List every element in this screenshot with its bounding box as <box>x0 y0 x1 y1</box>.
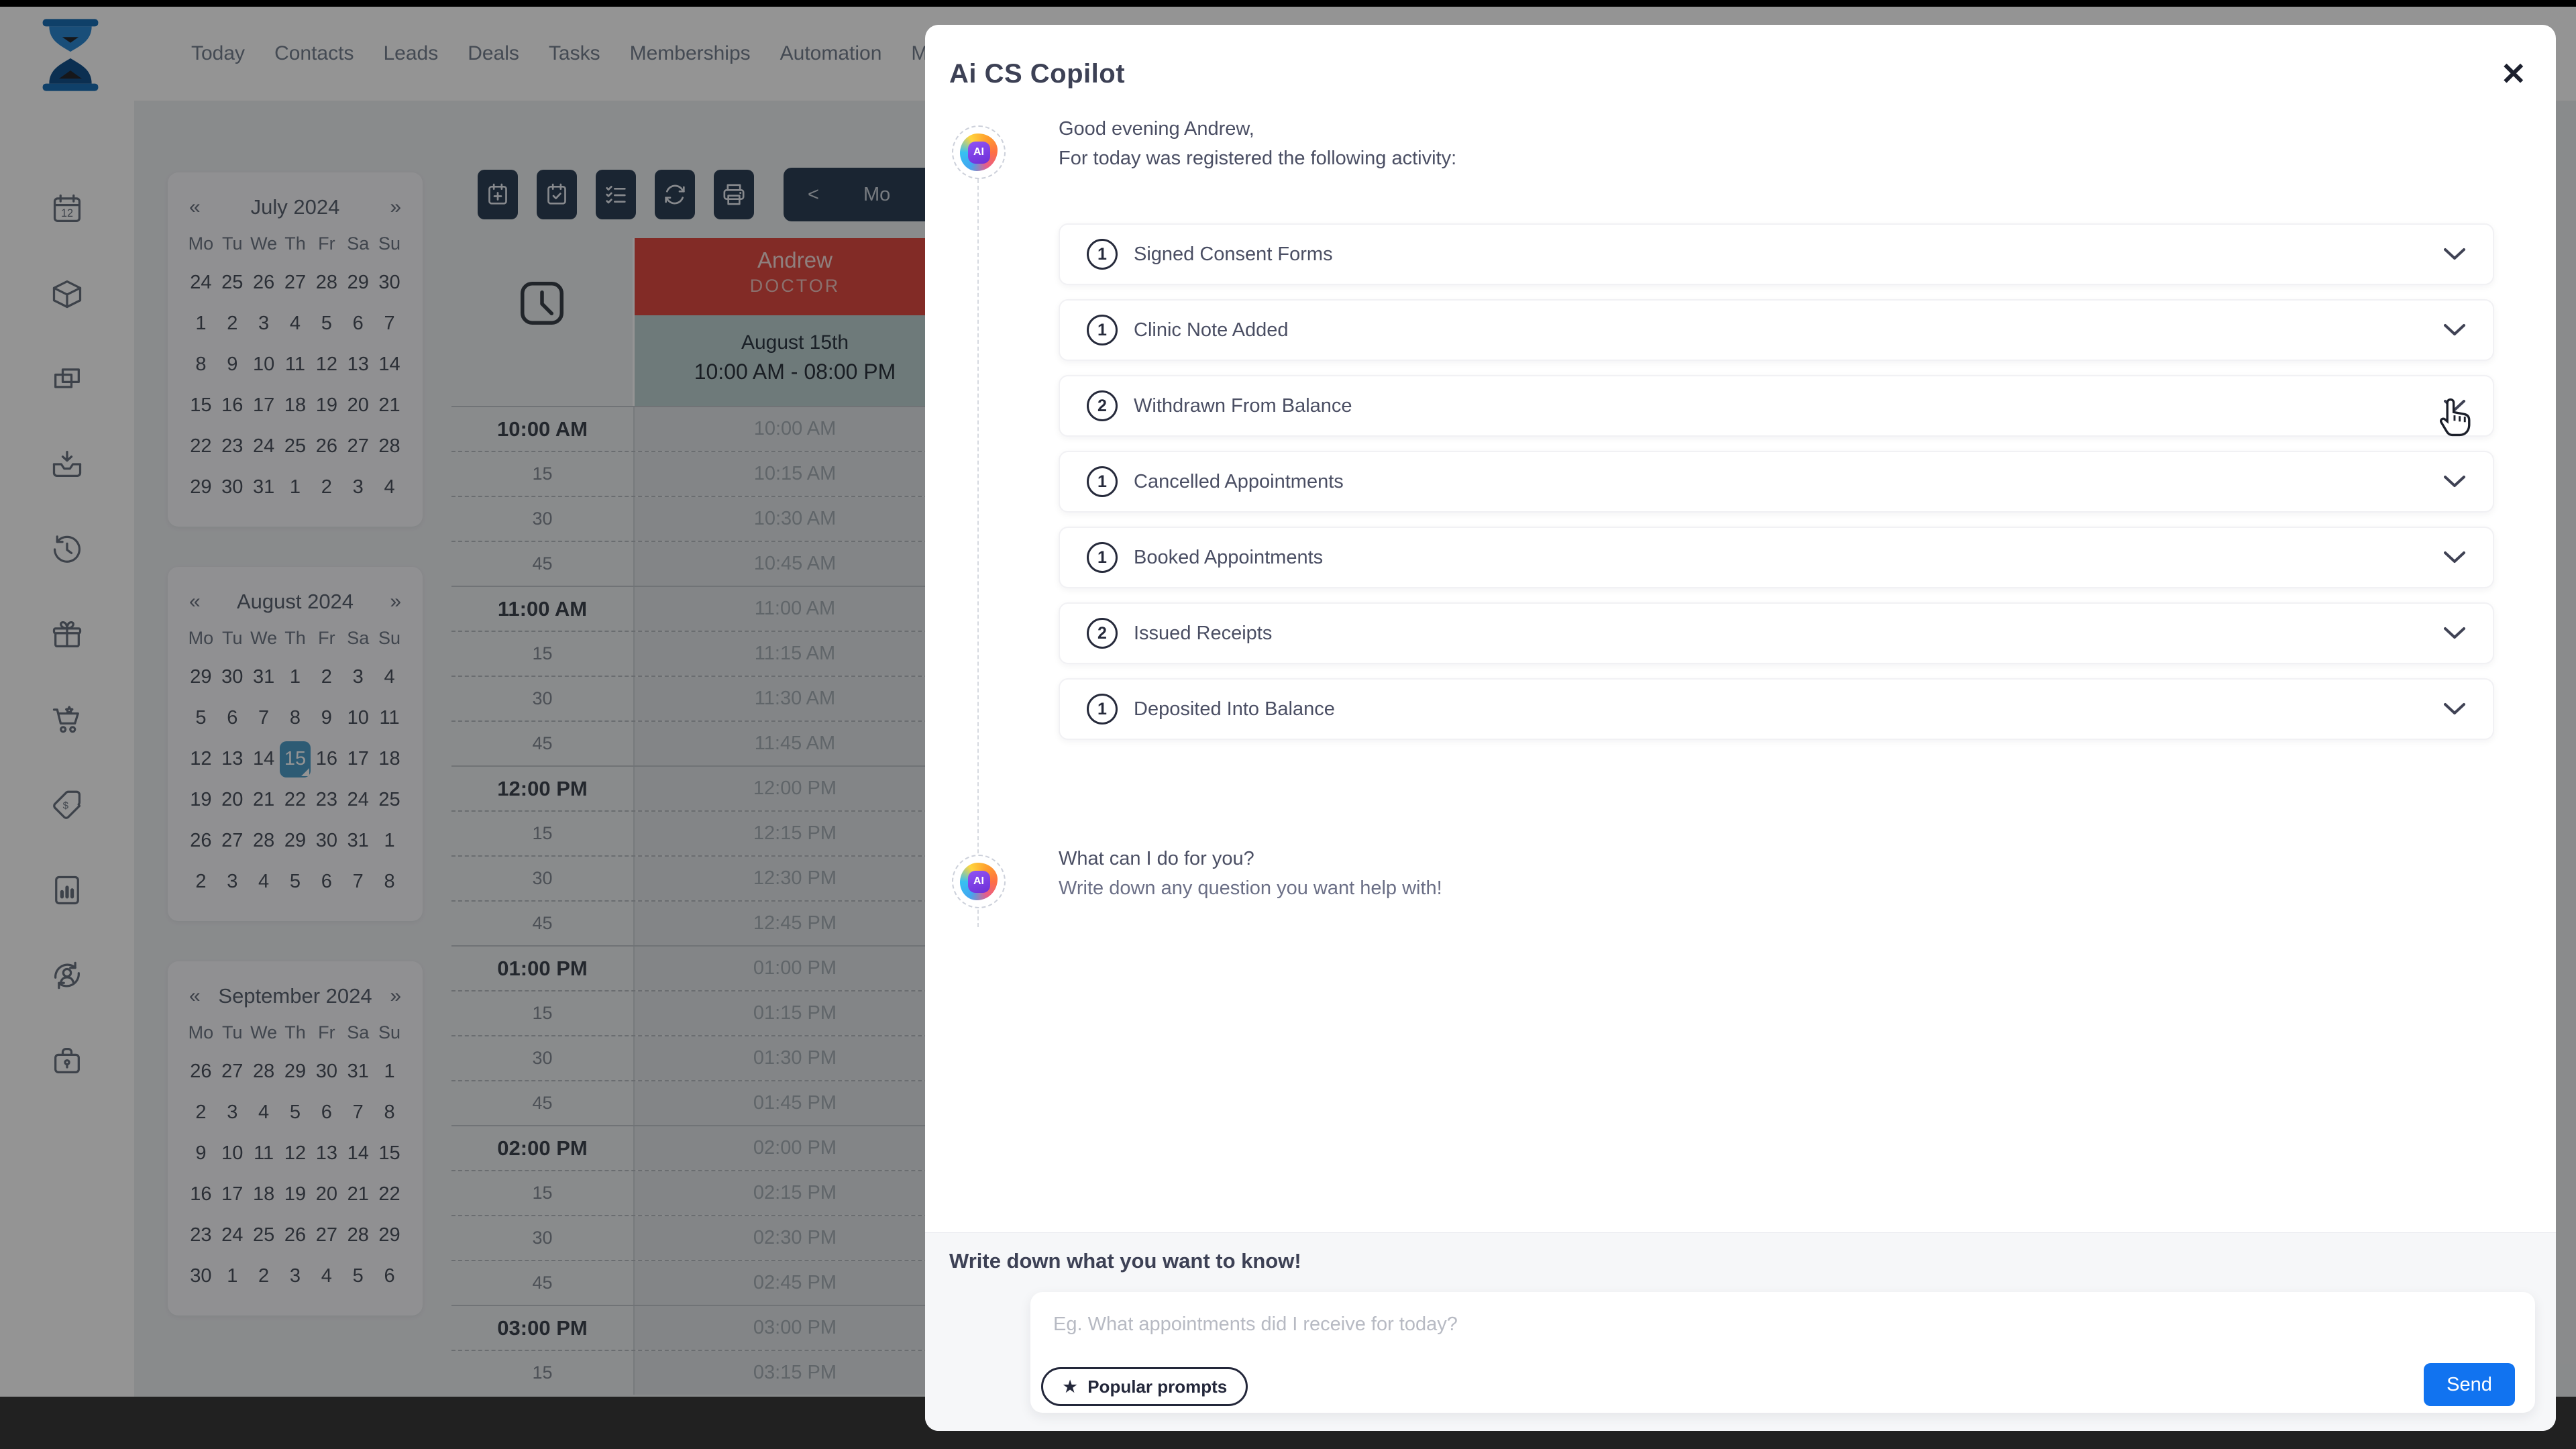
activity-count-badge: 1 <box>1087 694 1118 724</box>
activity-count-badge: 1 <box>1087 466 1118 497</box>
activity-label: Signed Consent Forms <box>1134 244 1333 266</box>
star-icon: ★ <box>1062 1377 1078 1397</box>
activity-accordion-signed-consent-forms[interactable]: 1 Signed Consent Forms <box>1059 223 2494 285</box>
ai-avatar-blob-icon: AI <box>960 133 998 171</box>
chevron-down-icon[interactable] <box>2443 702 2466 716</box>
activity-accordion-issued-receipts[interactable]: 2 Issued Receipts <box>1059 602 2494 664</box>
ai-avatar-label: AI <box>968 871 990 893</box>
send-button[interactable]: Send <box>2424 1363 2515 1406</box>
close-icon[interactable]: ✕ <box>2500 58 2526 89</box>
chevron-down-icon[interactable] <box>2443 551 2466 564</box>
activity-accordion-clinic-note-added[interactable]: 1 Clinic Note Added <box>1059 299 2494 361</box>
activity-label: Booked Appointments <box>1134 547 1323 569</box>
activity-label: Issued Receipts <box>1134 623 1272 645</box>
activity-count-badge: 1 <box>1087 315 1118 345</box>
activity-count-badge: 1 <box>1087 542 1118 573</box>
copilot-header: Ai CS Copilot ✕ <box>925 25 2556 105</box>
ai-avatar: AI <box>952 855 1006 908</box>
prompt-input-card: ★ Popular prompts Send <box>1030 1292 2535 1413</box>
help-message: What can I do for you? Write down any qu… <box>1059 844 1442 903</box>
help-line-2: Write down any question you want help wi… <box>1059 873 1442 903</box>
ai-copilot-panel: Ai CS Copilot ✕ AI Good evening Andrew, … <box>925 25 2556 1431</box>
activity-count-badge: 2 <box>1087 618 1118 649</box>
activity-count-badge: 2 <box>1087 390 1118 421</box>
chevron-down-icon[interactable] <box>2443 627 2466 640</box>
activity-label: Withdrawn From Balance <box>1134 395 1352 417</box>
greeting-line-1: Good evening Andrew, <box>1059 114 1456 144</box>
copilot-title: Ai CS Copilot <box>949 59 1125 89</box>
greeting-message: Good evening Andrew, For today was regis… <box>1059 114 1456 173</box>
ai-avatar: AI <box>952 125 1006 179</box>
activity-accordion-withdrawn-from-balance[interactable]: 2 Withdrawn From Balance <box>1059 375 2494 437</box>
activity-count-badge: 1 <box>1087 239 1118 270</box>
popular-prompts-button[interactable]: ★ Popular prompts <box>1041 1367 1248 1406</box>
ai-avatar-blob-icon: AI <box>960 863 998 900</box>
chevron-down-icon[interactable] <box>2443 323 2466 337</box>
help-line-1: What can I do for you? <box>1059 844 1442 873</box>
ai-avatar-label: AI <box>968 142 990 164</box>
activity-accordion-deposited-into-balance[interactable]: 1 Deposited Into Balance <box>1059 678 2494 740</box>
footer-heading: Write down what you want to know! <box>949 1249 1301 1273</box>
screen: TodayContactsLeadsDealsTasksMembershipsA… <box>0 0 2576 1449</box>
activity-label: Deposited Into Balance <box>1134 698 1335 720</box>
mouse-pointer-cursor <box>2433 390 2481 439</box>
chevron-down-icon[interactable] <box>2443 475 2466 488</box>
activity-accordion-cancelled-appointments[interactable]: 1 Cancelled Appointments <box>1059 451 2494 513</box>
greeting-line-2: For today was registered the following a… <box>1059 144 1456 173</box>
prompt-input[interactable] <box>1030 1292 2535 1359</box>
activity-accordion-list: 1 Signed Consent Forms 1 Clinic Note Added 2… <box>1059 223 2494 754</box>
activity-label: Cancelled Appointments <box>1134 471 1344 493</box>
chat-timeline-line <box>977 132 979 927</box>
activity-label: Clinic Note Added <box>1134 319 1289 341</box>
activity-accordion-booked-appointments[interactable]: 1 Booked Appointments <box>1059 527 2494 588</box>
copilot-footer: Write down what you want to know! ★ Popu… <box>925 1232 2556 1431</box>
chevron-down-icon[interactable] <box>2443 248 2466 261</box>
popular-prompts-label: Popular prompts <box>1087 1377 1227 1397</box>
